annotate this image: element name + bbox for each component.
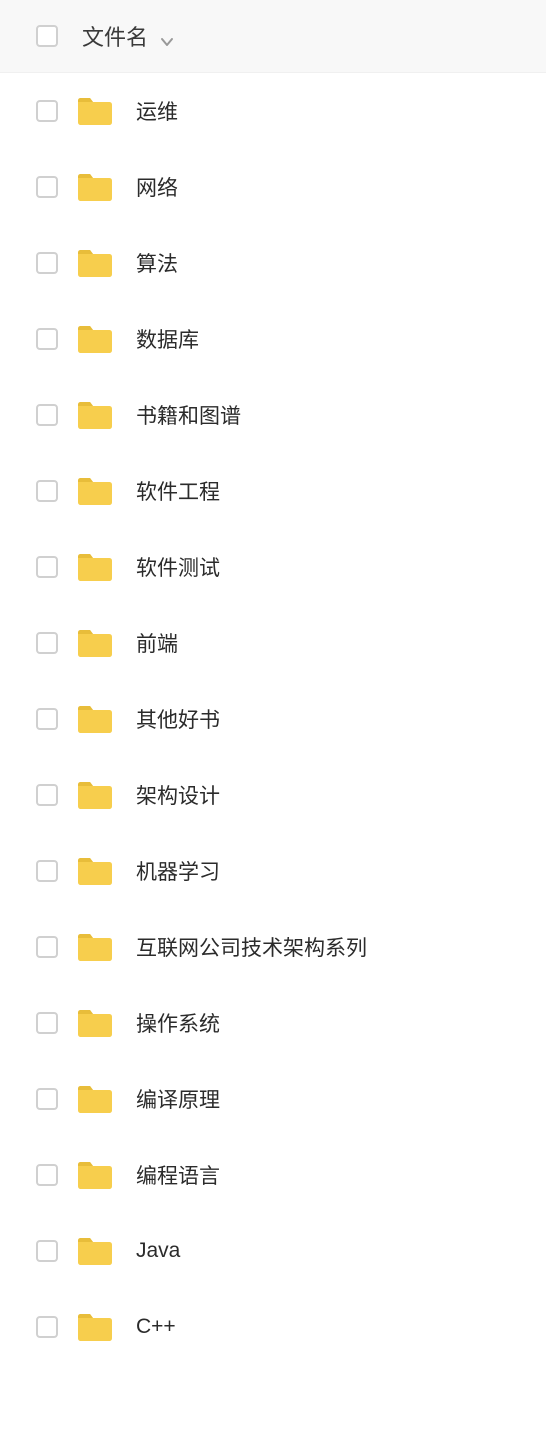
folder-icon — [76, 1083, 114, 1115]
column-header-label: 文件名 — [82, 20, 148, 52]
file-name-label: 架构设计 — [136, 780, 220, 810]
file-row[interactable]: 算法 — [0, 225, 546, 301]
file-name-label: 运维 — [136, 96, 178, 126]
row-checkbox[interactable] — [36, 784, 58, 806]
file-row[interactable]: 架构设计 — [0, 757, 546, 833]
folder-icon — [76, 855, 114, 887]
file-name-label: 编程语言 — [136, 1160, 220, 1190]
row-checkbox[interactable] — [36, 860, 58, 882]
folder-icon — [76, 95, 114, 127]
folder-icon — [76, 323, 114, 355]
folder-icon — [76, 779, 114, 811]
file-row[interactable]: 编译原理 — [0, 1061, 546, 1137]
file-name-label: 机器学习 — [136, 856, 220, 886]
file-row[interactable]: C++ — [0, 1289, 546, 1365]
row-checkbox[interactable] — [36, 1088, 58, 1110]
file-row[interactable]: 编程语言 — [0, 1137, 546, 1213]
column-header-filename[interactable]: 文件名 — [82, 20, 174, 52]
file-row[interactable]: 软件测试 — [0, 529, 546, 605]
table-header: 文件名 — [0, 0, 546, 73]
row-checkbox[interactable] — [36, 404, 58, 426]
file-row[interactable]: 互联网公司技术架构系列 — [0, 909, 546, 985]
row-checkbox[interactable] — [36, 1012, 58, 1034]
file-name-label: Java — [136, 1239, 180, 1263]
row-checkbox[interactable] — [36, 252, 58, 274]
folder-icon — [76, 1007, 114, 1039]
folder-icon — [76, 551, 114, 583]
row-checkbox[interactable] — [36, 936, 58, 958]
row-checkbox[interactable] — [36, 632, 58, 654]
file-list: 运维 网络 算法 数据库 书籍和图谱 软件工程 软件测试 前端 其他好书 架构设… — [0, 73, 546, 1365]
file-row[interactable]: 操作系统 — [0, 985, 546, 1061]
file-row[interactable]: 机器学习 — [0, 833, 546, 909]
row-checkbox[interactable] — [36, 1164, 58, 1186]
folder-icon — [76, 171, 114, 203]
file-name-label: 前端 — [136, 628, 178, 658]
file-name-label: 书籍和图谱 — [136, 400, 241, 430]
folder-icon — [76, 1311, 114, 1343]
row-checkbox[interactable] — [36, 556, 58, 578]
file-name-label: 软件工程 — [136, 476, 220, 506]
row-checkbox[interactable] — [36, 708, 58, 730]
select-all-checkbox[interactable] — [36, 25, 58, 47]
row-checkbox[interactable] — [36, 1316, 58, 1338]
folder-icon — [76, 399, 114, 431]
chevron-down-icon — [160, 29, 174, 43]
folder-icon — [76, 627, 114, 659]
file-row[interactable]: 运维 — [0, 73, 546, 149]
file-name-label: 软件测试 — [136, 552, 220, 582]
file-name-label: 操作系统 — [136, 1008, 220, 1038]
file-name-label: 网络 — [136, 172, 178, 202]
folder-icon — [76, 475, 114, 507]
file-row[interactable]: 前端 — [0, 605, 546, 681]
file-name-label: 算法 — [136, 248, 178, 278]
row-checkbox[interactable] — [36, 176, 58, 198]
file-row[interactable]: 网络 — [0, 149, 546, 225]
row-checkbox[interactable] — [36, 480, 58, 502]
file-name-label: C++ — [136, 1315, 176, 1339]
file-row[interactable]: 书籍和图谱 — [0, 377, 546, 453]
folder-icon — [76, 1159, 114, 1191]
file-name-label: 数据库 — [136, 324, 199, 354]
row-checkbox[interactable] — [36, 100, 58, 122]
file-name-label: 互联网公司技术架构系列 — [136, 932, 367, 962]
folder-icon — [76, 931, 114, 963]
file-row[interactable]: 其他好书 — [0, 681, 546, 757]
file-row[interactable]: 数据库 — [0, 301, 546, 377]
row-checkbox[interactable] — [36, 328, 58, 350]
file-row[interactable]: Java — [0, 1213, 546, 1289]
file-name-label: 其他好书 — [136, 704, 220, 734]
file-name-label: 编译原理 — [136, 1084, 220, 1114]
folder-icon — [76, 703, 114, 735]
file-row[interactable]: 软件工程 — [0, 453, 546, 529]
folder-icon — [76, 247, 114, 279]
row-checkbox[interactable] — [36, 1240, 58, 1262]
folder-icon — [76, 1235, 114, 1267]
